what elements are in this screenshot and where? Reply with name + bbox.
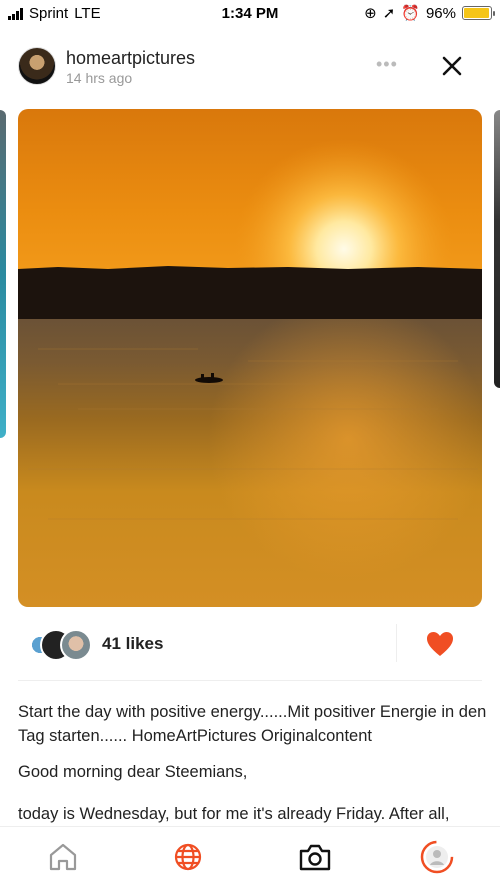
- post-time: 14 hrs ago: [66, 70, 133, 86]
- next-post-peek[interactable]: [494, 110, 500, 388]
- post-header: homeartpictures 14 hrs ago •••: [0, 42, 500, 92]
- battery-percent: 96%: [425, 4, 456, 22]
- divider: [18, 680, 482, 681]
- likes-row: 41 likes: [0, 622, 500, 666]
- post-caption: Start the day with positive energy......…: [18, 700, 488, 838]
- caption-text: Start the day with positive energy......…: [18, 703, 487, 745]
- home-icon[interactable]: [45, 839, 81, 875]
- caption-text: today is Wednesday, but for me it's alre…: [18, 805, 450, 823]
- tab-bar: [0, 826, 500, 889]
- likes-count[interactable]: 41 likes: [102, 634, 163, 654]
- profile-icon[interactable]: [419, 839, 455, 875]
- post-image[interactable]: [18, 109, 482, 607]
- lock-rotation-icon: ⊕: [364, 5, 377, 22]
- globe-icon[interactable]: [170, 839, 206, 875]
- caption-text: Good morning dear Steemians,: [18, 763, 248, 781]
- status-bar: Sprint LTE 1:34 PM ⊕ ➚ ⏰ 96%: [0, 0, 500, 28]
- camera-icon[interactable]: [297, 839, 333, 875]
- previous-post-peek[interactable]: [0, 110, 6, 438]
- heart-icon[interactable]: [426, 631, 454, 657]
- alarm-icon: ⏰: [401, 5, 420, 22]
- close-icon[interactable]: [436, 50, 468, 82]
- avatar[interactable]: [18, 47, 56, 85]
- liker-avatar[interactable]: [60, 629, 92, 661]
- location-icon: ➚: [382, 5, 396, 22]
- battery-icon: [462, 6, 495, 20]
- username[interactable]: homeartpictures: [66, 48, 195, 69]
- divider: [396, 624, 397, 662]
- more-icon[interactable]: •••: [376, 54, 398, 75]
